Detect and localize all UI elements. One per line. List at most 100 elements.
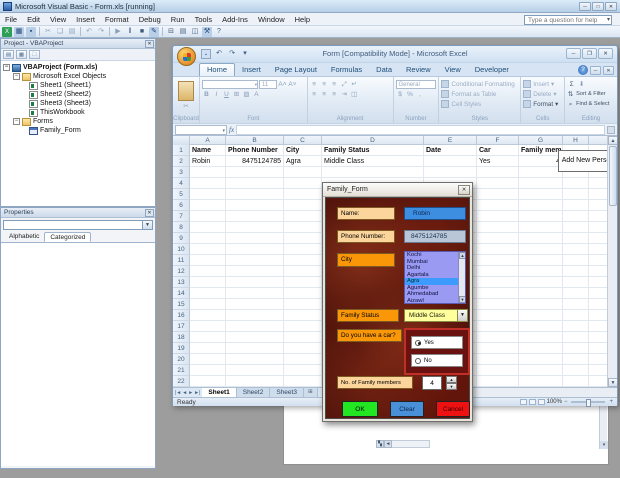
cell[interactable]	[563, 354, 589, 365]
members-field[interactable]: 4	[422, 376, 442, 390]
cell[interactable]	[589, 255, 607, 266]
row-header[interactable]: 18	[173, 332, 190, 343]
help-search-input[interactable]: Type a question for help ▾	[524, 15, 612, 25]
tree-item-forms[interactable]: − Forms	[1, 117, 155, 126]
tree-item-thisworkbook[interactable]: ThisWorkbook	[1, 108, 155, 117]
cell[interactable]	[226, 354, 284, 365]
cell[interactable]	[519, 354, 563, 365]
family-status-dropdown[interactable]: Middle Class ▼	[404, 309, 468, 322]
cell[interactable]	[589, 354, 607, 365]
ribbon-tab[interactable]: View	[438, 64, 468, 76]
tree-item-project[interactable]: − VBAProject (Form.xls)	[1, 63, 155, 72]
cell[interactable]: 4	[519, 156, 563, 167]
bold-icon[interactable]: B	[202, 90, 211, 99]
row-header[interactable]: 10	[173, 244, 190, 255]
tab-categorized[interactable]: Categorized	[44, 232, 91, 242]
phone-field[interactable]: 8475124785	[404, 230, 466, 243]
cell[interactable]	[563, 332, 589, 343]
row-header[interactable]: 20	[173, 354, 190, 365]
cell[interactable]	[226, 277, 284, 288]
cell[interactable]	[477, 376, 519, 387]
car-yes-option[interactable]: Yes	[411, 336, 463, 349]
zoom-in-icon[interactable]: +	[609, 399, 613, 405]
column-header[interactable]: E	[424, 136, 477, 145]
cell[interactable]	[519, 211, 563, 222]
menu-item[interactable]: Window	[253, 15, 290, 24]
italic-icon[interactable]: I	[212, 90, 221, 99]
cell[interactable]: Car	[477, 145, 519, 156]
zoom-slider[interactable]	[571, 401, 605, 403]
cell[interactable]	[519, 288, 563, 299]
row-header[interactable]: 11	[173, 255, 190, 266]
cell[interactable]	[519, 365, 563, 376]
tree-item-sheet3[interactable]: Sheet3 (Sheet3)	[1, 99, 155, 108]
cell[interactable]	[226, 321, 284, 332]
menu-item[interactable]: File	[0, 15, 22, 24]
cell[interactable]: Phone Number	[226, 145, 284, 156]
cell[interactable]	[477, 266, 519, 277]
shrink-font-icon[interactable]: A˅	[288, 80, 297, 89]
cell[interactable]: 8475124785	[226, 156, 284, 167]
row-header[interactable]: 21	[173, 365, 190, 376]
close-icon[interactable]: ✕	[605, 2, 617, 11]
object-browser-icon[interactable]: ◫	[190, 27, 200, 37]
cell[interactable]	[589, 189, 607, 200]
cell[interactable]	[589, 222, 607, 233]
number-format-dropdown[interactable]: General	[396, 80, 436, 89]
cell[interactable]: Middle Class	[322, 156, 424, 167]
paste-icon[interactable]	[178, 81, 194, 101]
sheet-tab[interactable]: Sheet2	[237, 388, 271, 397]
cell[interactable]	[477, 178, 519, 189]
project-explorer-icon[interactable]: ⊟	[166, 27, 176, 37]
run-icon[interactable]: ▶	[113, 27, 123, 37]
insert-worksheet-icon[interactable]: ⊞	[304, 388, 318, 397]
minimize-workbook-icon[interactable]: ─	[590, 66, 601, 75]
fx-icon[interactable]: fx	[229, 126, 234, 134]
cell[interactable]	[477, 211, 519, 222]
cell[interactable]	[519, 321, 563, 332]
orientation-icon[interactable]: ⤢	[340, 80, 349, 89]
toolbox-icon[interactable]: ⚒	[202, 27, 212, 37]
cell[interactable]	[477, 244, 519, 255]
cell[interactable]	[519, 255, 563, 266]
cell[interactable]	[190, 354, 226, 365]
ribbon-tab[interactable]: Home	[199, 63, 235, 76]
cell[interactable]	[477, 332, 519, 343]
cell[interactable]	[563, 266, 589, 277]
cell[interactable]	[477, 255, 519, 266]
cancel-button[interactable]: Cancel	[436, 401, 470, 417]
menu-item[interactable]: Format	[100, 15, 134, 24]
cell[interactable]	[190, 222, 226, 233]
cell[interactable]	[190, 376, 226, 387]
radio-icon[interactable]	[415, 358, 421, 364]
chevron-down-icon[interactable]: ▼	[457, 310, 467, 321]
cell[interactable]: City	[284, 145, 322, 156]
autosum-icon[interactable]: Σ	[567, 80, 576, 89]
cell[interactable]	[563, 211, 589, 222]
vertical-scrollbar[interactable]	[599, 405, 607, 449]
collapse-icon[interactable]: −	[13, 118, 20, 125]
cell[interactable]	[190, 211, 226, 222]
scroll-down-icon[interactable]: ▼	[608, 378, 617, 387]
radio-selected-icon[interactable]	[415, 340, 421, 346]
cell[interactable]	[477, 277, 519, 288]
cell[interactable]	[424, 156, 477, 167]
menu-item[interactable]: Insert	[71, 15, 100, 24]
cell[interactable]	[284, 376, 322, 387]
save-icon[interactable]: ▪	[26, 27, 36, 37]
column-header[interactable]: C	[284, 136, 322, 145]
row-header[interactable]: 9	[173, 233, 190, 244]
zoom-out-icon[interactable]: −	[564, 399, 568, 405]
cell[interactable]	[284, 189, 322, 200]
cell[interactable]	[284, 354, 322, 365]
percent-format-icon[interactable]: %	[406, 90, 415, 99]
cell[interactable]	[284, 321, 322, 332]
column-header[interactable]: B	[226, 136, 284, 145]
cell[interactable]	[190, 200, 226, 211]
fill-icon[interactable]: ⬇	[577, 80, 586, 89]
sheet-tab[interactable]: Sheet1	[202, 388, 236, 397]
cell[interactable]	[190, 277, 226, 288]
cell[interactable]	[589, 244, 607, 255]
cell[interactable]	[284, 365, 322, 376]
cell[interactable]: Family Status	[322, 145, 424, 156]
